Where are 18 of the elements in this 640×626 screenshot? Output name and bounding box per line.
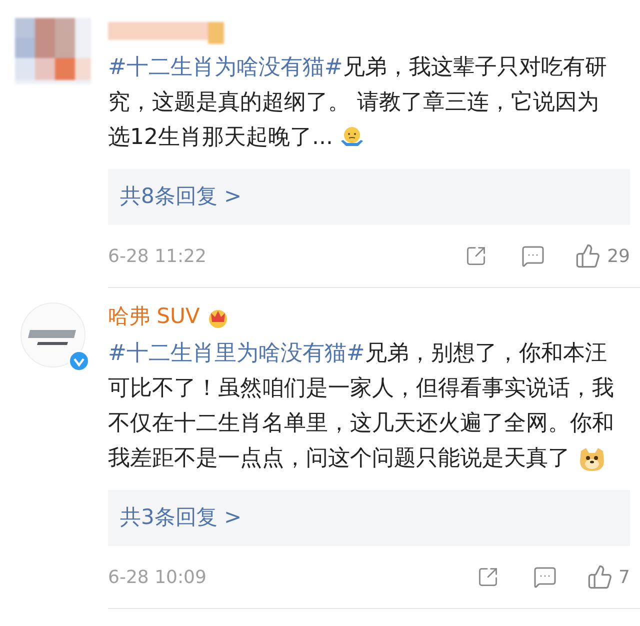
username[interactable]: 哈弗 SUV — [108, 301, 200, 333]
brand-logo-avatar — [20, 302, 86, 368]
like-icon[interactable] — [586, 564, 613, 590]
comment-text: #十二生肖为啥没有猫#兄弟，我这辈子只对吃有研究，这题是真的超纲了。 请教了章三连，它说因为选12生肖那天起晚了... — [108, 54, 608, 153]
topic-link[interactable]: #十二生肖里为啥没有猫# — [108, 341, 365, 366]
like-icon[interactable] — [575, 243, 602, 269]
replies-link[interactable]: 共8条回复 > — [108, 169, 630, 225]
comment-text: #十二生肖里为啥没有猫#兄弟，别想了，你和本汪可比不了！虽然咱们是一家人，但得看事实说话，我不仅在十二生肖名单里，这几天还火遍了全网。你和我差距不是一点点，问这个问题只能说是天真了 — [108, 340, 615, 475]
like-count: 29 — [607, 244, 630, 268]
comment-icon[interactable] — [521, 244, 546, 268]
comment-icon[interactable] — [532, 565, 557, 589]
timestamp: 6-28 10:09 — [108, 566, 206, 590]
topic-link[interactable]: #十二生肖为啥没有猫# — [108, 55, 343, 80]
like-count: 7 — [618, 566, 630, 590]
share-icon[interactable] — [465, 245, 488, 267]
timestamp: 6-28 11:22 — [108, 244, 206, 268]
share-icon[interactable] — [476, 566, 499, 588]
replies-link[interactable]: 共3条回复 > — [108, 490, 630, 546]
